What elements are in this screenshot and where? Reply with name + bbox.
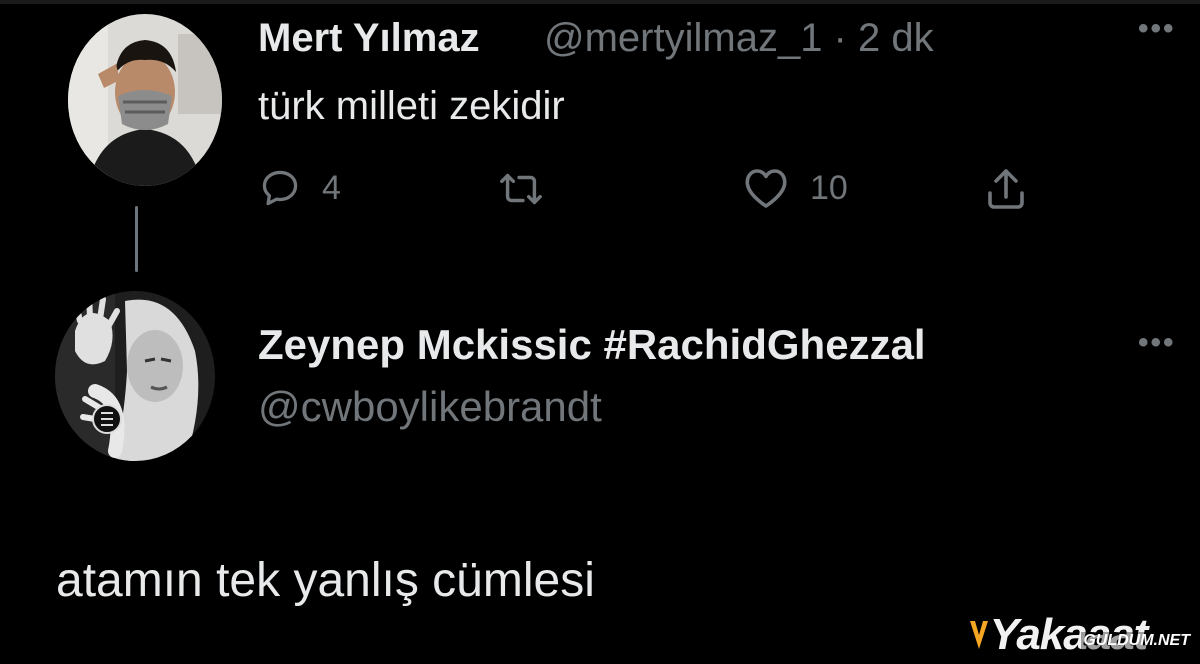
more-icon[interactable]: ••• xyxy=(1138,326,1176,360)
thread-line xyxy=(135,206,138,272)
author-name[interactable]: Mert Yılmaz xyxy=(258,16,480,61)
author-avatar[interactable] xyxy=(68,14,222,186)
watermark: Yakaaat GULDUM.NET xyxy=(968,610,1192,660)
like-button[interactable]: 10 xyxy=(742,166,848,210)
share-button[interactable] xyxy=(982,164,1030,214)
more-icon[interactable]: ••• xyxy=(1138,12,1176,46)
share-icon xyxy=(988,169,1024,209)
retweet-button[interactable] xyxy=(495,166,547,212)
reply-count: 4 xyxy=(322,168,341,207)
reply-button[interactable]: 4 xyxy=(258,166,341,210)
reply-author-avatar[interactable] xyxy=(55,291,215,461)
like-icon xyxy=(745,169,787,208)
like-count: 10 xyxy=(810,168,848,207)
reply-author-handle[interactable]: @cwboylikebrandt xyxy=(258,383,602,431)
watermark-site: GULDUM.NET xyxy=(1081,632,1192,650)
reply-text: atamın tek yanlış cümlesi xyxy=(56,554,595,607)
logo-icon xyxy=(969,621,988,649)
retweet-icon xyxy=(500,173,542,205)
top-border xyxy=(0,0,1200,4)
author-handle-and-time[interactable]: @mertyilmaz_1 · 2 dk xyxy=(544,16,934,61)
reply-icon xyxy=(262,170,298,206)
reply-author-name[interactable]: Zeynep Mckissic #RachidGhezzal xyxy=(258,321,926,369)
tweet-text: türk milleti zekidir xyxy=(258,84,565,128)
